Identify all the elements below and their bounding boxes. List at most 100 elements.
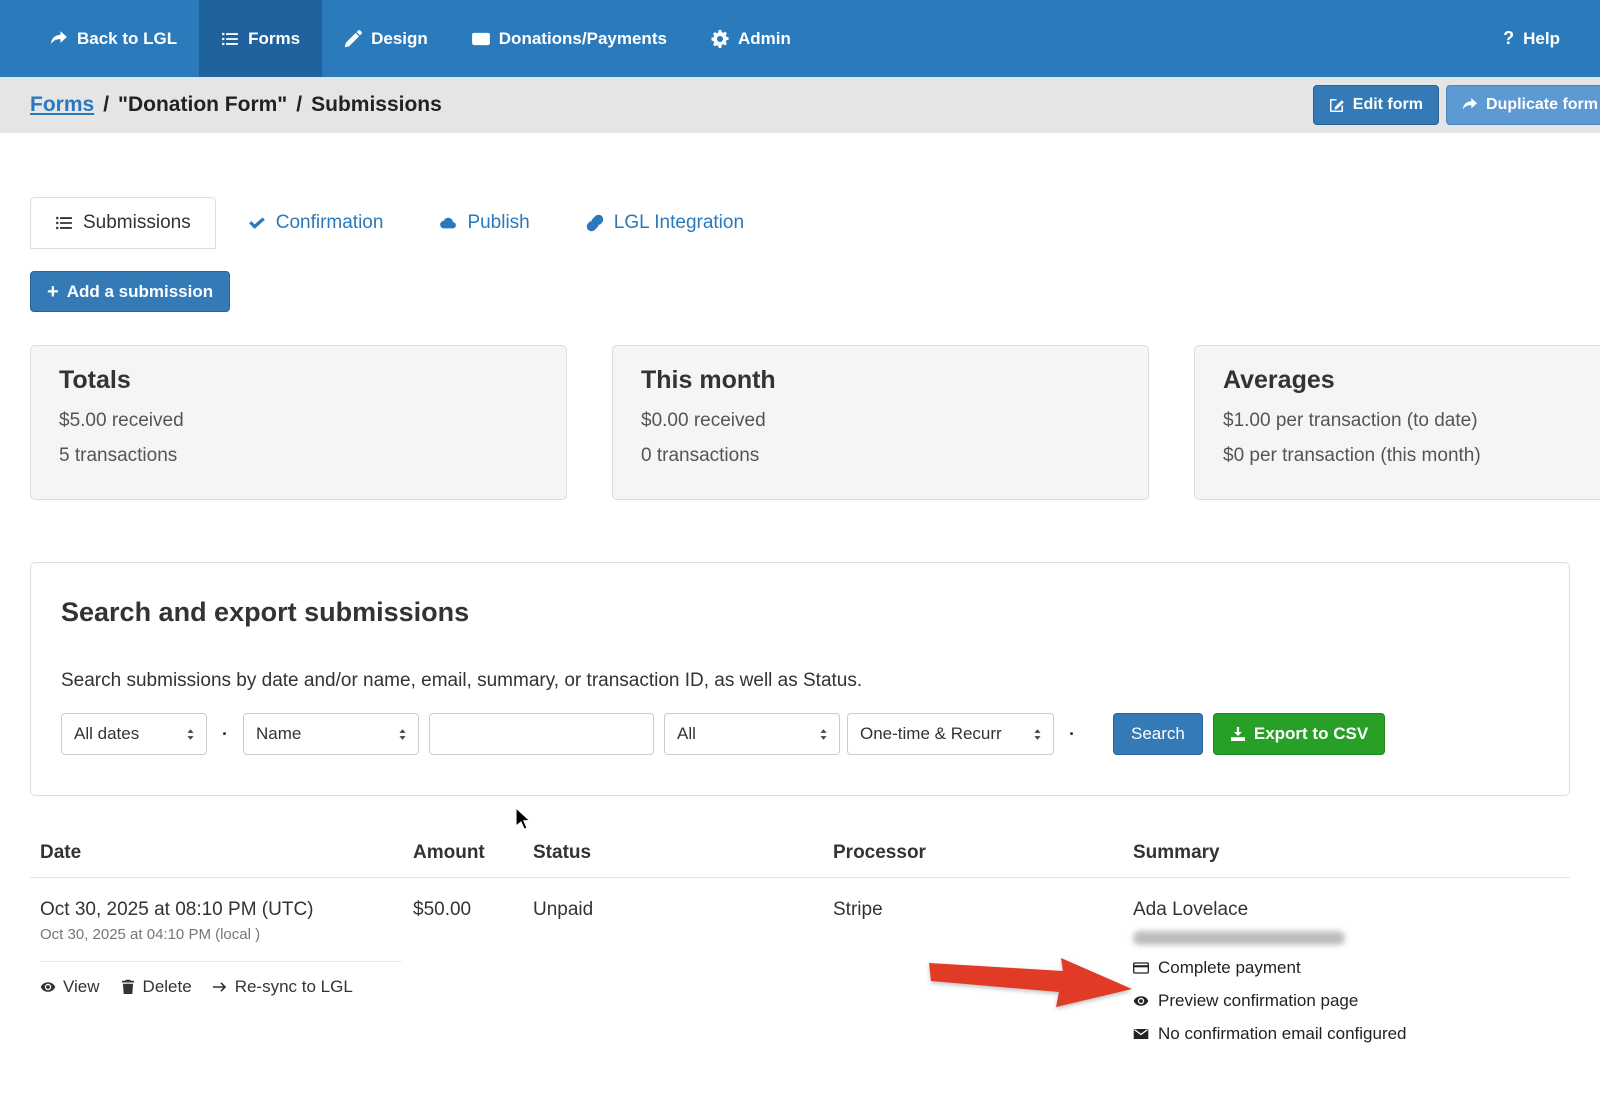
list-icon (55, 214, 73, 232)
caret-updown-icon (184, 728, 197, 741)
download-icon (1230, 726, 1246, 742)
nav-back-to-lgl[interactable]: Back to LGL (28, 0, 199, 77)
processor-cell: Stripe (833, 899, 883, 921)
preview-confirmation-label: Preview confirmation page (1158, 991, 1359, 1011)
stat-title: This month (641, 366, 776, 394)
stat-line: 0 transactions (641, 445, 760, 467)
add-submission-button[interactable]: + Add a submission (30, 271, 231, 312)
banknote-icon (471, 30, 490, 48)
nav-donations-payments[interactable]: Donations/Payments (450, 0, 689, 77)
separator-dot: · (222, 723, 228, 744)
caret-updown-icon (817, 728, 830, 741)
nav-design[interactable]: Design (322, 0, 450, 77)
stat-line: 5 transactions (59, 445, 178, 467)
submissions-table: Date Amount Status Processor Summary Oct… (30, 842, 1570, 1044)
top-nav: Back to LGL Forms Design Donations/Payme… (0, 0, 1600, 77)
stats-row: Totals $5.00 received 5 transactions Thi… (30, 345, 1600, 501)
search-button-label: Search (1131, 724, 1185, 744)
type-filter-select[interactable]: One-time & Recurr (847, 713, 1054, 756)
no-confirmation-email-note: No confirmation email configured (1133, 1024, 1570, 1044)
gear-icon (711, 29, 729, 48)
page: { "nav": { "back_label": "Back to LGL", … (0, 0, 1600, 1112)
tab-publish[interactable]: Publish (415, 198, 553, 248)
redacted-email (1133, 931, 1345, 946)
tab-lgl-integration[interactable]: LGL Integration (562, 198, 768, 248)
add-submission-label: Add a submission (66, 281, 214, 301)
date-utc: Oct 30, 2025 at 08:10 PM (UTC) (40, 899, 314, 921)
nav-help[interactable]: ? Help (1481, 0, 1582, 77)
amount-cell: $50.00 (413, 899, 472, 921)
date-filter-select[interactable]: All dates (61, 713, 207, 756)
duplicate-form-label: Duplicate form (1485, 96, 1598, 113)
pencil-icon (344, 29, 363, 48)
duplicate-form-button[interactable]: Duplicate form (1445, 85, 1600, 125)
stat-title: Averages (1223, 366, 1335, 394)
nav-donations-label: Donations/Payments (498, 28, 667, 48)
breadcrumb-forms-link[interactable]: Forms (30, 93, 94, 117)
search-query-input[interactable] (429, 713, 654, 756)
check-icon (248, 214, 266, 232)
date-cell: Oct 30, 2025 at 08:10 PM (UTC) Oct 30, 2… (30, 899, 413, 1044)
header-actions: Edit form Duplicate form (1312, 85, 1600, 125)
field-filter-select[interactable]: Name (243, 713, 419, 756)
nav-back-label: Back to LGL (77, 28, 178, 48)
status-filter-select[interactable]: All (664, 713, 840, 756)
breadcrumb-separator: / (296, 93, 303, 116)
field-filter-value: Name (256, 724, 302, 744)
resync-link[interactable]: Re-sync to LGL (212, 977, 353, 997)
stat-line: $0 per transaction (this month) (1223, 445, 1481, 467)
breadcrumb-current: Submissions (311, 93, 442, 116)
delete-label: Delete (142, 977, 192, 997)
header-processor: Processor (833, 842, 926, 864)
nav-forms-label: Forms (248, 28, 301, 48)
stat-line: $1.00 per transaction (to date) (1223, 410, 1478, 431)
search-filters: All dates · Name All One-time & Recurr ·… (61, 713, 1539, 756)
tab-confirmation[interactable]: Confirmation (224, 198, 408, 248)
caret-updown-icon (1031, 728, 1044, 741)
credit-card-icon (1133, 960, 1149, 976)
caret-updown-icon (396, 728, 409, 741)
stat-line: $0.00 received (641, 410, 766, 431)
delete-link[interactable]: Delete (120, 977, 192, 997)
nav-admin-label: Admin (737, 28, 791, 48)
tab-lgl-integration-label: LGL Integration (613, 212, 745, 233)
share-arrow-icon (1462, 97, 1478, 113)
arrow-right-icon (212, 979, 228, 995)
question-icon: ? (1503, 28, 1515, 48)
edit-square-icon (1329, 97, 1345, 113)
edit-form-label: Edit form (1352, 96, 1423, 113)
search-button[interactable]: Search (1113, 713, 1203, 756)
type-filter-value: One-time & Recurr (860, 724, 1002, 744)
table-row: Oct 30, 2025 at 08:10 PM (UTC) Oct 30, 2… (30, 878, 1570, 1044)
header-summary: Summary (1133, 842, 1220, 864)
no-confirmation-email-label: No confirmation email configured (1158, 1024, 1407, 1044)
link-icon (586, 214, 604, 232)
trash-icon (120, 979, 136, 995)
preview-confirmation-link[interactable]: Preview confirmation page (1133, 991, 1570, 1011)
view-link[interactable]: View (40, 977, 100, 997)
summary-name: Ada Lovelace (1133, 899, 1249, 921)
plus-icon: + (47, 280, 59, 303)
header-date: Date (40, 842, 82, 864)
resync-label: Re-sync to LGL (234, 977, 353, 997)
tab-submissions-label: Submissions (83, 212, 191, 233)
tab-confirmation-label: Confirmation (275, 212, 384, 233)
separator-dot: · (1069, 723, 1075, 744)
stat-card-totals: Totals $5.00 received 5 transactions (30, 345, 567, 501)
tab-submissions[interactable]: Submissions (30, 197, 216, 249)
stat-line: $5.00 received (59, 410, 184, 431)
nav-forms[interactable]: Forms (199, 0, 323, 77)
envelope-icon (1133, 1026, 1149, 1042)
breadcrumb-bar: Forms / "Donation Form" / Submissions Ed… (0, 77, 1600, 133)
eye-icon (1133, 993, 1149, 1009)
search-panel: Search and export submissions Search sub… (30, 562, 1570, 797)
edit-form-button[interactable]: Edit form (1312, 85, 1439, 125)
eye-icon (40, 979, 56, 995)
header-amount: Amount (413, 842, 485, 864)
complete-payment-link[interactable]: Complete payment (1133, 958, 1570, 978)
export-csv-button[interactable]: Export to CSV (1212, 713, 1386, 756)
stat-title: Totals (59, 366, 131, 394)
header-status: Status (533, 842, 592, 864)
nav-admin[interactable]: Admin (689, 0, 813, 77)
date-local: Oct 30, 2025 at 04:10 PM (local ) (40, 926, 261, 944)
